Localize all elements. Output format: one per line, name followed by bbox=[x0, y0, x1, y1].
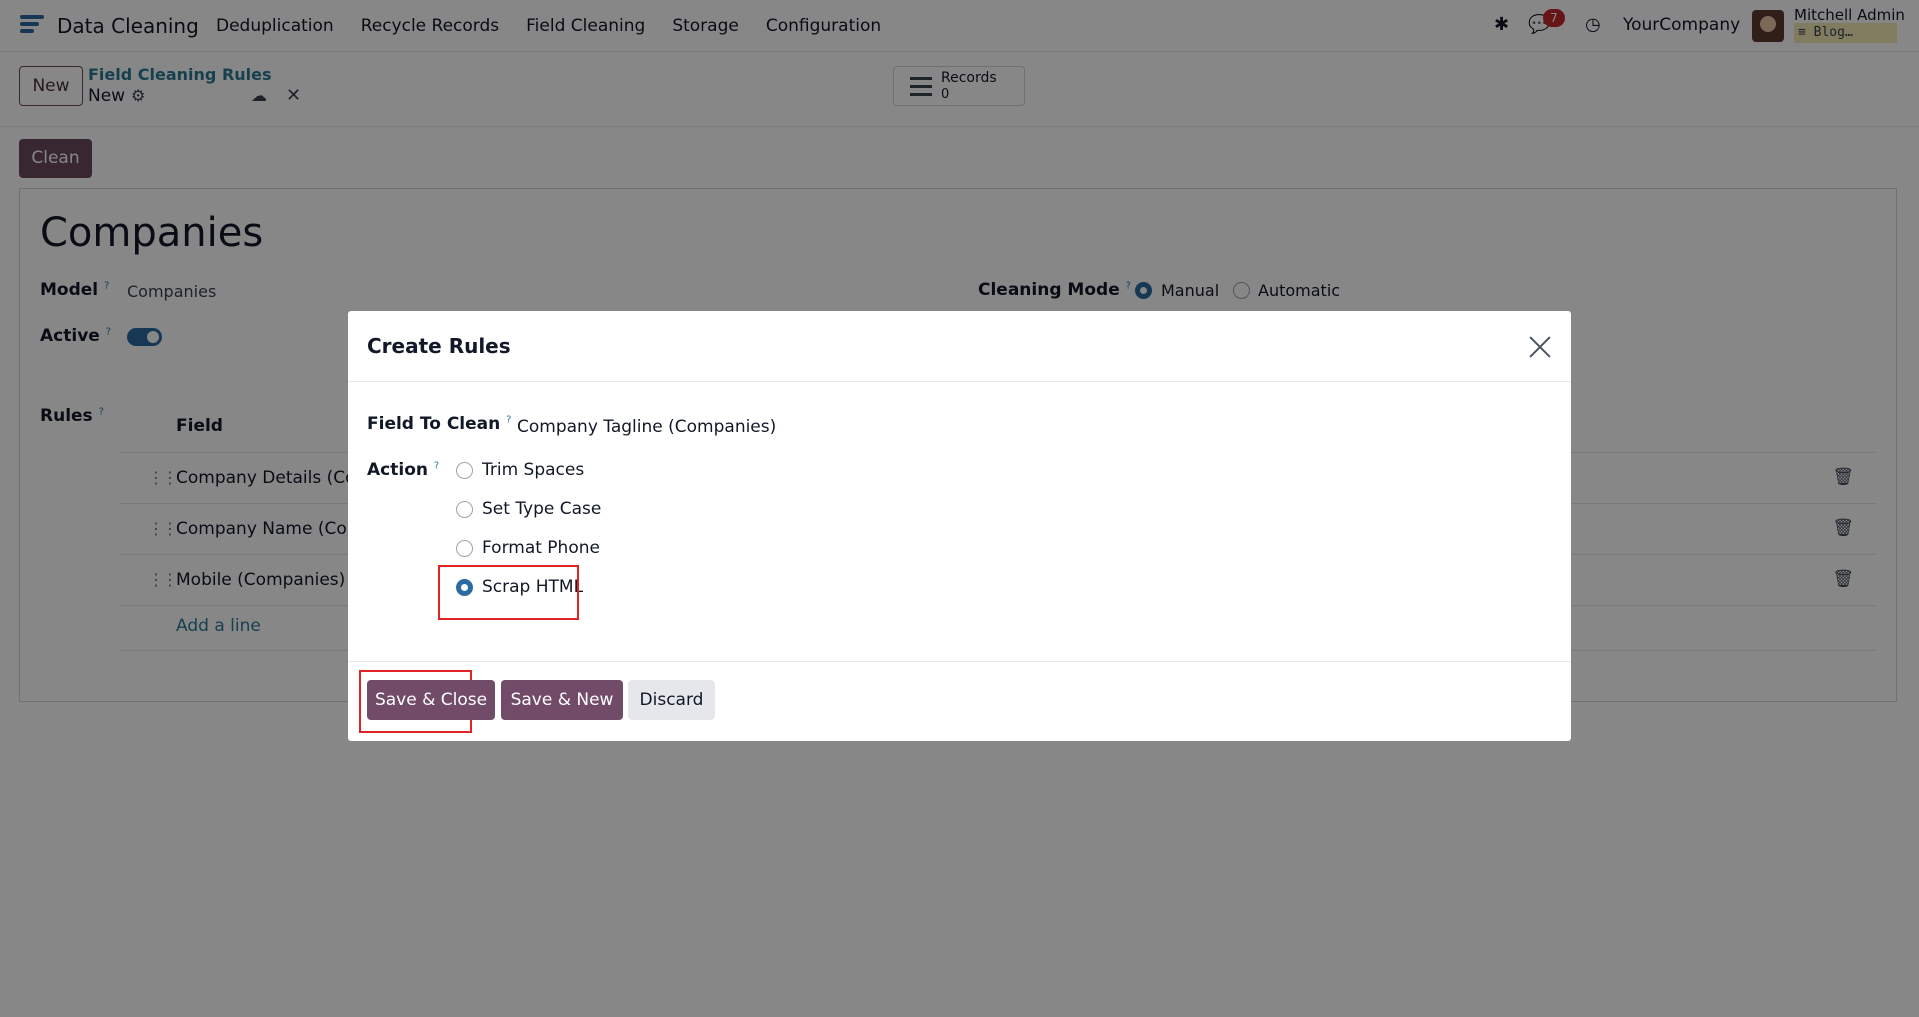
save-new-button[interactable]: Save & New bbox=[501, 680, 623, 720]
radio-trim-spaces[interactable] bbox=[456, 462, 473, 479]
dialog-title: Create Rules bbox=[367, 334, 511, 358]
save-close-button[interactable]: Save & Close bbox=[367, 680, 495, 720]
action-option-label[interactable]: Trim Spaces bbox=[482, 460, 584, 480]
action-option-label[interactable]: Set Type Case bbox=[482, 499, 601, 519]
dialog-footer: Save & Close Save & New Discard bbox=[348, 661, 1571, 741]
field-to-clean-label: Field To Clean ? bbox=[367, 414, 512, 434]
dialog-header: Create Rules bbox=[348, 311, 1571, 382]
action-label: Action ? bbox=[367, 460, 440, 480]
close-icon[interactable] bbox=[1528, 335, 1552, 359]
highlight-box-scrap-html bbox=[438, 565, 579, 620]
action-option-label[interactable]: Format Phone bbox=[482, 538, 600, 558]
create-rules-dialog: Create Rules Field To Clean ? Company Ta… bbox=[348, 311, 1571, 741]
discard-button[interactable]: Discard bbox=[628, 680, 715, 720]
field-to-clean-value[interactable]: Company Tagline (Companies) bbox=[517, 417, 776, 437]
radio-format-phone[interactable] bbox=[456, 540, 473, 557]
radio-set-type-case[interactable] bbox=[456, 501, 473, 518]
